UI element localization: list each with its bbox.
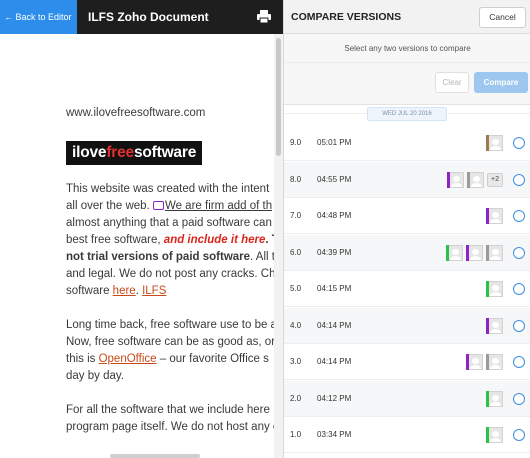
- version-number: 5.0: [290, 284, 302, 293]
- version-time: 05:01 PM: [317, 138, 352, 147]
- editor-topbar: ← Back to Editor ILFS Zoho Document: [0, 0, 283, 34]
- mail-icon: [152, 201, 164, 210]
- avatar: [486, 317, 503, 334]
- contributor-avatars: [486, 135, 503, 151]
- version-number: 9.0: [290, 138, 302, 147]
- printer-icon[interactable]: [257, 10, 271, 23]
- version-select-radio[interactable]: [513, 429, 525, 441]
- avatar: [466, 354, 483, 370]
- version-number: 7.0: [290, 211, 302, 220]
- avatar: [486, 135, 503, 151]
- horizontal-scrollbar-thumb[interactable]: [110, 454, 200, 458]
- contributor-avatars: [486, 281, 503, 297]
- avatar: [486, 427, 503, 443]
- version-row[interactable]: 5.0 04:15 PM: [284, 271, 530, 307]
- contributor-avatars: [486, 208, 503, 224]
- avatar: [486, 390, 503, 407]
- version-time: 04:15 PM: [317, 284, 352, 293]
- version-select-radio[interactable]: [513, 283, 525, 295]
- version-time: 04:14 PM: [317, 357, 352, 366]
- contributor-avatars: +2: [447, 171, 503, 188]
- version-select-radio[interactable]: [513, 210, 525, 222]
- version-row[interactable]: 9.0 05:01 PM: [284, 125, 530, 161]
- version-row[interactable]: 8.0 04:55 PM +2: [284, 161, 530, 198]
- compare-versions-panel: COMPARE VERSIONS Cancel Select any two v…: [283, 0, 530, 458]
- more-contributors-badge: +2: [487, 172, 503, 187]
- version-number: 8.0: [290, 174, 302, 184]
- here-link[interactable]: here: [113, 285, 136, 297]
- date-label: WED JUL 20 2016: [367, 107, 447, 121]
- avatar: [466, 244, 483, 261]
- avatar: [446, 244, 463, 261]
- scrollbar-thumb[interactable]: [276, 38, 281, 156]
- version-number: 1.0: [290, 430, 302, 439]
- clear-button[interactable]: Clear: [435, 72, 469, 93]
- back-to-editor-button[interactable]: ← Back to Editor: [0, 0, 77, 34]
- paragraph-hosting: For all the software that we include her…: [66, 404, 274, 433]
- contributor-avatars: [486, 317, 503, 334]
- version-row[interactable]: 4.0 04:14 PM: [284, 307, 530, 344]
- paragraph-intro: This website was created with the intent…: [66, 183, 274, 297]
- contributor-avatars: [486, 390, 503, 407]
- version-number: 4.0: [290, 320, 302, 330]
- version-select-radio[interactable]: [513, 246, 525, 259]
- vertical-scrollbar[interactable]: [274, 34, 283, 458]
- version-row[interactable]: 1.0 03:34 PM: [284, 417, 530, 453]
- version-time: 04:12 PM: [317, 393, 352, 403]
- cancel-button[interactable]: Cancel: [479, 7, 526, 28]
- version-time: 04:14 PM: [317, 320, 352, 330]
- openoffice-link[interactable]: OpenOffice: [99, 353, 157, 365]
- ilovefreesoftware-logo: ilovefreesoftware: [66, 141, 203, 165]
- version-time: 04:39 PM: [317, 247, 352, 257]
- site-url-text: www.ilovefreesoftware.com: [66, 107, 206, 119]
- avatar: [486, 208, 503, 224]
- document-title: ILFS Zoho Document: [88, 10, 209, 24]
- ilfs-link[interactable]: ILFS: [142, 285, 166, 297]
- panel-title: COMPARE VERSIONS: [291, 11, 402, 23]
- compare-actions: Clear Compare: [284, 63, 530, 105]
- contributor-avatars: [446, 244, 503, 261]
- avatar: [486, 281, 503, 297]
- version-select-radio[interactable]: [513, 356, 525, 368]
- version-row[interactable]: 7.0 04:48 PM: [284, 198, 530, 234]
- document-content: www.ilovefreesoftware.com ilovefreesoftw…: [66, 105, 274, 453]
- version-time: 03:34 PM: [317, 430, 352, 439]
- contributor-avatars: [486, 427, 503, 443]
- version-row[interactable]: 6.0 04:39 PM: [284, 234, 530, 271]
- instruction-text: Select any two versions to compare: [284, 34, 530, 63]
- version-select-radio[interactable]: [513, 173, 525, 186]
- version-select-radio[interactable]: [513, 392, 525, 405]
- version-time: 04:55 PM: [317, 174, 352, 184]
- version-row[interactable]: 2.0 04:12 PM: [284, 380, 530, 417]
- version-row[interactable]: 3.0 04:14 PM: [284, 344, 530, 380]
- avatar: [486, 354, 503, 370]
- avatar: [486, 244, 503, 261]
- version-number: 2.0: [290, 393, 302, 403]
- compare-header: COMPARE VERSIONS Cancel: [284, 0, 530, 34]
- compare-button[interactable]: Compare: [474, 72, 528, 93]
- document-editor: ← Back to Editor ILFS Zoho Document www.…: [0, 0, 283, 458]
- avatar: [447, 171, 465, 188]
- version-select-radio[interactable]: [513, 137, 525, 149]
- version-select-radio[interactable]: [513, 319, 525, 332]
- contributor-avatars: [466, 354, 503, 370]
- paragraph-history: Long time back, free software use to be …: [66, 319, 274, 382]
- version-time: 04:48 PM: [317, 211, 352, 220]
- avatar: [467, 171, 485, 188]
- version-number: 6.0: [290, 247, 302, 257]
- version-number: 3.0: [290, 357, 302, 366]
